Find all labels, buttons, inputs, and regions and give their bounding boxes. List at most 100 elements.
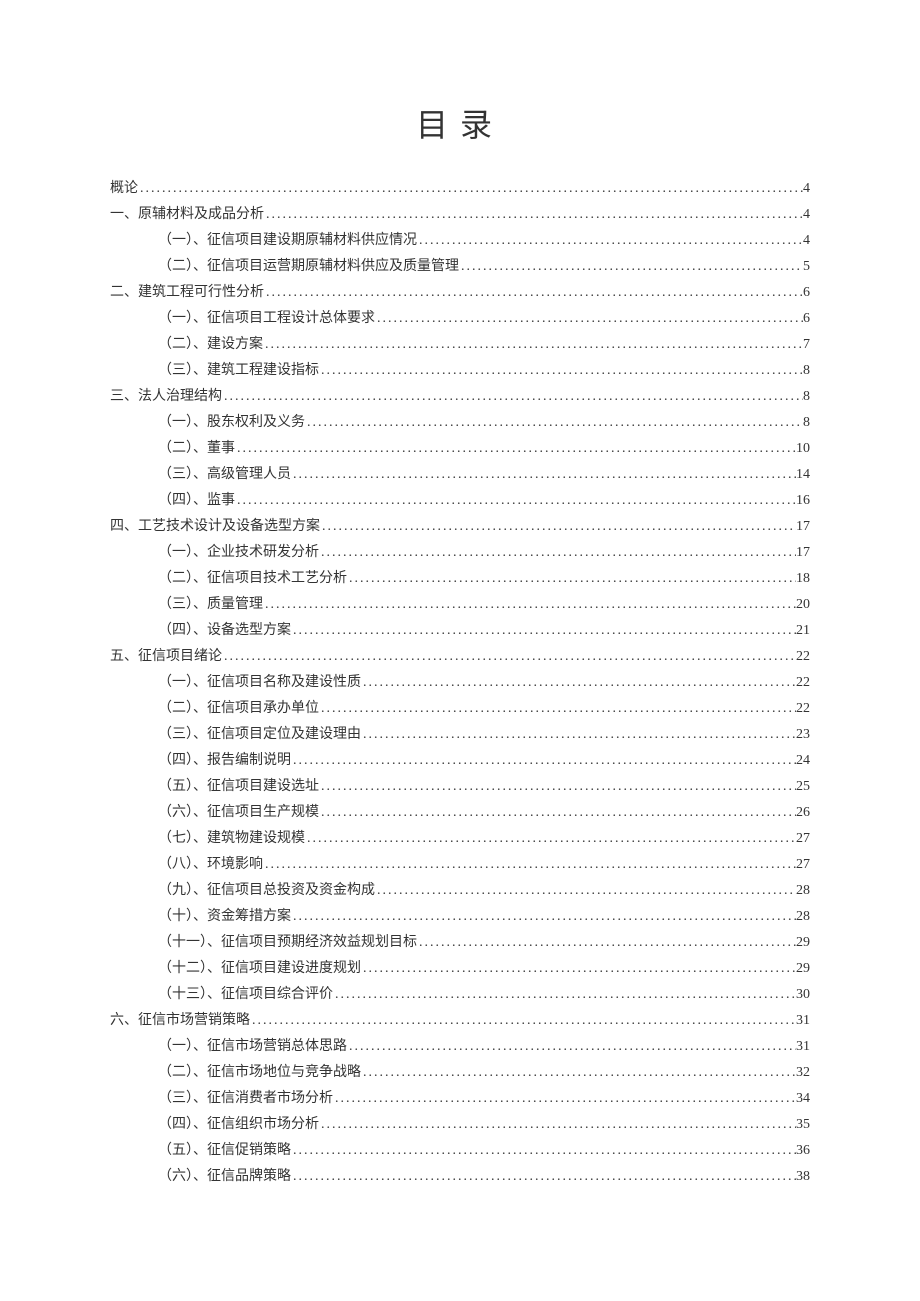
toc-entry-page: 5 (803, 254, 810, 280)
toc-leader-dots (319, 800, 796, 826)
toc-entry: 二、建筑工程可行性分析 6 (110, 280, 810, 306)
toc-entry: （二）、征信项目运营期原辅材料供应及质量管理5 (110, 254, 810, 280)
toc-entry: （三）、征信项目定位及建设理由23 (110, 722, 810, 748)
toc-entry-label: （四）、征信组织市场分析 (158, 1112, 319, 1138)
toc-leader-dots (235, 436, 796, 462)
toc-entry: （三）、高级管理人员 14 (110, 462, 810, 488)
toc-entry: 四、工艺技术设计及设备选型方案17 (110, 514, 810, 540)
toc-entry-page: 6 (803, 280, 810, 306)
toc-entry-label: （三）、高级管理人员 (158, 462, 291, 488)
toc-entry-page: 27 (796, 852, 810, 878)
toc-entry-label: 五、征信项目绪论 (110, 644, 222, 670)
toc-entry: （十二）、征信项目建设进度规划29 (110, 956, 810, 982)
toc-entry: （六）、征信品牌策略 38 (110, 1164, 810, 1190)
toc-entry: （二）、征信市场地位与竞争战略32 (110, 1060, 810, 1086)
toc-entry-label: （十三）、征信项目综合评价 (158, 982, 333, 1008)
toc-leader-dots (264, 280, 803, 306)
toc-leader-dots (305, 826, 796, 852)
toc-entry-label: （四）、设备选型方案 (158, 618, 291, 644)
toc-entry-page: 16 (796, 488, 810, 514)
toc-leader-dots (361, 670, 796, 696)
toc-entry-page: 31 (796, 1008, 810, 1034)
toc-entry-page: 6 (803, 306, 810, 332)
toc-entry-label: （九）、征信项目总投资及资金构成 (158, 878, 375, 904)
toc-entry-page: 7 (803, 332, 810, 358)
toc-entry: （八）、环境影响27 (110, 852, 810, 878)
toc-entry-page: 4 (803, 176, 810, 202)
toc-entry-page: 14 (796, 462, 810, 488)
toc-entry: （四）、报告编制说明 24 (110, 748, 810, 774)
toc-entry: （四）、设备选型方案 21 (110, 618, 810, 644)
toc-entry: （一）、征信项目工程设计总体要求6 (110, 306, 810, 332)
toc-entry: （三）、建筑工程建设指标8 (110, 358, 810, 384)
toc-entry-page: 22 (796, 670, 810, 696)
toc-leader-dots (291, 748, 796, 774)
toc-entry-label: （四）、监事 (158, 488, 235, 514)
toc-leader-dots (291, 1164, 796, 1190)
toc-leader-dots (291, 904, 796, 930)
toc-entry-label: （一）、征信项目名称及建设性质 (158, 670, 361, 696)
toc-entry-label: （二）、建设方案 (158, 332, 263, 358)
toc-entry: （一）、征信市场营销总体思路31 (110, 1034, 810, 1060)
toc-entry: 五、征信项目绪论22 (110, 644, 810, 670)
toc-leader-dots (291, 618, 796, 644)
toc-entry-page: 8 (803, 384, 810, 410)
toc-leader-dots (319, 696, 796, 722)
toc-entry-label: （六）、征信品牌策略 (158, 1164, 291, 1190)
toc-entry-label: （三）、质量管理 (158, 592, 263, 618)
toc-leader-dots (250, 1008, 796, 1034)
toc-entry-label: （二）、董事 (158, 436, 235, 462)
toc-entry: （二）、建设方案 7 (110, 332, 810, 358)
toc-entry-page: 24 (796, 748, 810, 774)
toc-entry: （十）、资金筹措方案28 (110, 904, 810, 930)
toc-entry: （二）、征信项目技术工艺分析18 (110, 566, 810, 592)
page-title: 目录 (110, 100, 810, 146)
toc-entry-page: 29 (796, 930, 810, 956)
toc-entry: （一）、征信项目建设期原辅材料供应情况4 (110, 228, 810, 254)
toc-entry: （五）、征信促销策略 36 (110, 1138, 810, 1164)
toc-entry-label: （四）、报告编制说明 (158, 748, 291, 774)
toc-leader-dots (361, 722, 796, 748)
toc-leader-dots (333, 1086, 796, 1112)
toc-entry: （一）、股东权利及义务8 (110, 410, 810, 436)
toc-entry-label: （五）、征信促销策略 (158, 1138, 291, 1164)
toc-entry-page: 36 (796, 1138, 810, 1164)
toc-entry-page: 34 (796, 1086, 810, 1112)
toc-entry-label: 概论 (110, 176, 138, 202)
toc-entry: （十三）、征信项目综合评价 30 (110, 982, 810, 1008)
toc-entry: （四）、监事 16 (110, 488, 810, 514)
toc-entry-page: 21 (796, 618, 810, 644)
toc-leader-dots (319, 774, 796, 800)
toc-entry: 概论 4 (110, 176, 810, 202)
toc-leader-dots (305, 410, 803, 436)
toc-entry-label: 二、建筑工程可行性分析 (110, 280, 264, 306)
toc-entry-label: （二）、征信项目承办单位 (158, 696, 319, 722)
toc-entry-label: （三）、征信消费者市场分析 (158, 1086, 333, 1112)
toc-leader-dots (320, 514, 796, 540)
toc-entry-label: （五）、征信项目建设选址 (158, 774, 319, 800)
toc-entry: 六、征信市场营销策略31 (110, 1008, 810, 1034)
toc-entry: （七）、建筑物建设规模27 (110, 826, 810, 852)
toc-leader-dots (263, 592, 796, 618)
toc-entry-page: 17 (796, 540, 810, 566)
toc-entry: （五）、征信项目建设选址25 (110, 774, 810, 800)
toc-entry-page: 38 (796, 1164, 810, 1190)
toc-leader-dots (319, 358, 803, 384)
toc-entry: （一）、企业技术研发分析17 (110, 540, 810, 566)
toc-entry-label: 四、工艺技术设计及设备选型方案 (110, 514, 320, 540)
toc-entry-page: 20 (796, 592, 810, 618)
toc-entry-label: （一）、股东权利及义务 (158, 410, 305, 436)
toc-leader-dots (417, 228, 803, 254)
toc-entry-page: 8 (803, 358, 810, 384)
toc-leader-dots (222, 384, 803, 410)
toc-entry-page: 4 (803, 228, 810, 254)
toc-entry: （十一）、征信项目预期经济效益规划目标29 (110, 930, 810, 956)
toc-entry: 三、法人治理结构8 (110, 384, 810, 410)
toc-entry-page: 35 (796, 1112, 810, 1138)
toc-entry-label: （二）、征信市场地位与竞争战略 (158, 1060, 361, 1086)
toc-entry-page: 27 (796, 826, 810, 852)
toc-entry-page: 30 (796, 982, 810, 1008)
toc-leader-dots (333, 982, 796, 1008)
toc-leader-dots (291, 462, 796, 488)
toc-entry: （九）、征信项目总投资及资金构成28 (110, 878, 810, 904)
